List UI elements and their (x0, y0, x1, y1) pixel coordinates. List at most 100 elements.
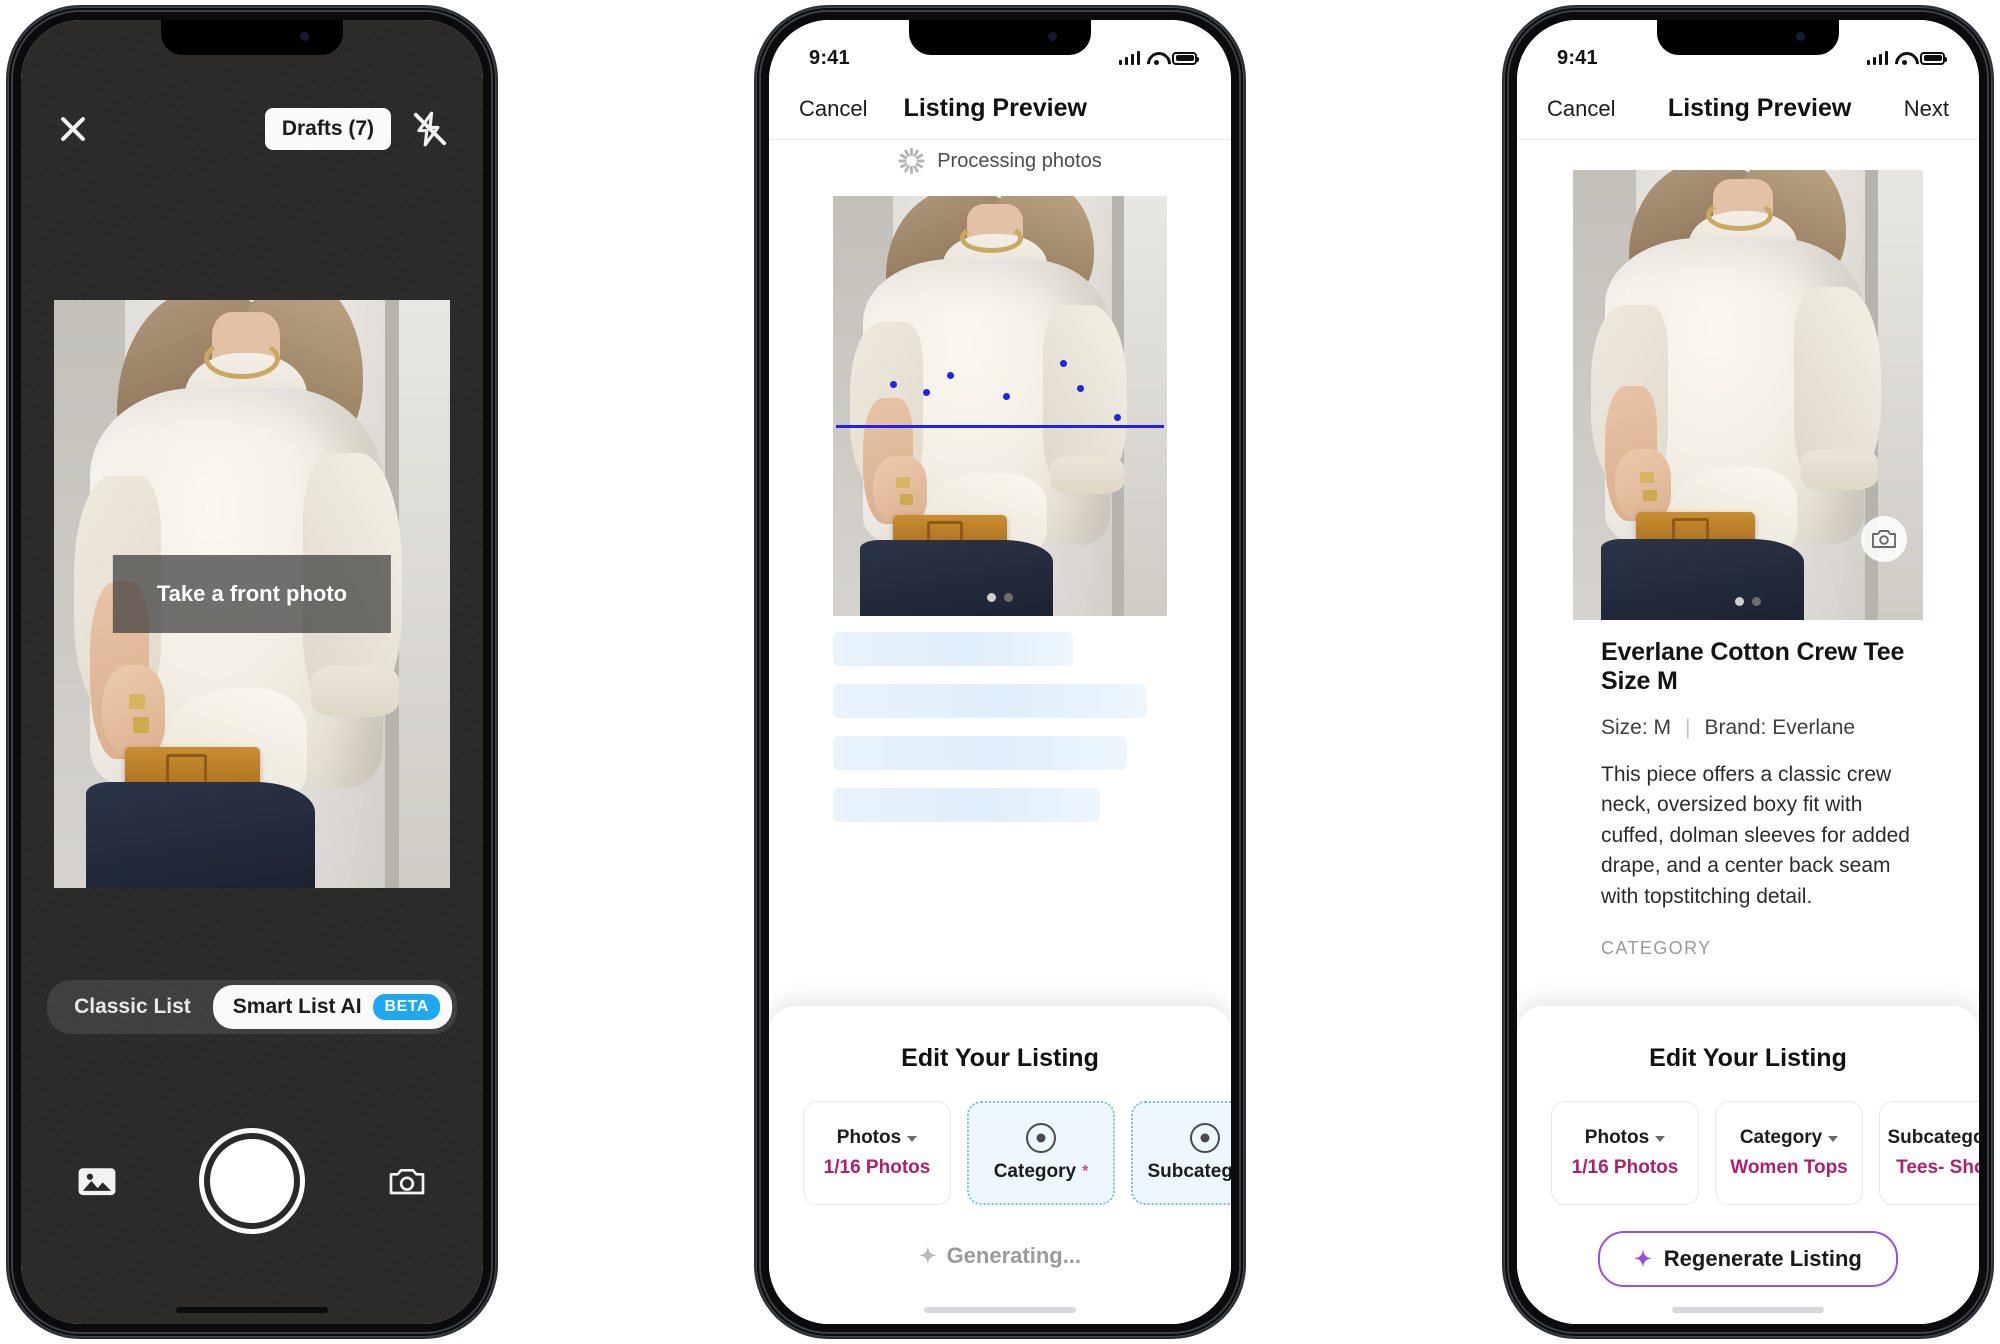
mode-option-classic[interactable]: Classic List (52, 986, 213, 1028)
notch (161, 20, 343, 55)
cellular-bars-icon (1866, 51, 1888, 65)
beta-badge: BETA (373, 994, 440, 1020)
chevron-down-icon (1655, 1136, 1666, 1143)
listing-title: Everlane Cotton Crew Tee Size M (1601, 638, 1905, 695)
meta-divider: | (1685, 716, 1691, 739)
cancel-button[interactable]: Cancel (1547, 96, 1615, 122)
chip-subcategory[interactable]: Subcategory Tees- Short.. (1879, 1101, 1979, 1205)
camera-controls (21, 1133, 483, 1229)
battery-icon (1920, 51, 1947, 65)
cancel-button[interactable]: Cancel (799, 96, 867, 122)
status-icons (1118, 51, 1199, 65)
wifi-icon (1895, 51, 1913, 65)
list-mode-toggle[interactable]: Classic List Smart List AI BETA (47, 980, 457, 1034)
drafts-button[interactable]: Drafts (7) (264, 108, 391, 150)
mode-option-smart-list-ai[interactable]: Smart List AI BETA (212, 985, 452, 1029)
status-icons (1866, 51, 1947, 65)
listing-meta: Size: M | Brand: Everlane (1601, 716, 1913, 740)
front-camera-dot (300, 32, 309, 41)
shutter-button[interactable] (204, 1133, 300, 1229)
front-camera-dot (1796, 32, 1805, 41)
nav-bar: Cancel Listing Preview Next (1517, 78, 1979, 140)
listing-photo-preview[interactable] (833, 196, 1167, 616)
chip-subcategory-value: Tees- Short.. (1896, 1156, 1979, 1178)
screen-processing: 9:41 Cancel Listing Preview Processing p… (769, 20, 1231, 1324)
processing-label: Processing photos (937, 149, 1102, 172)
sparkle-icon: ✦ (1634, 1247, 1652, 1271)
chip-subcategory-label-row: Subcategory (1887, 1127, 1979, 1149)
sheet-action-row: ✦ Generating... (769, 1231, 1231, 1281)
required-asterisk: * (1082, 1163, 1089, 1180)
photo-page-dots (1735, 597, 1761, 606)
next-button[interactable]: Next (1904, 96, 1949, 122)
front-camera-dot (1048, 32, 1057, 41)
chip-photos-label-row: Photos (837, 1127, 918, 1149)
generating-button: ✦ Generating... (889, 1231, 1111, 1281)
chip-category-label-row: Category * (994, 1161, 1089, 1183)
home-indicator (1672, 1307, 1824, 1313)
sheet-action-row: ✦ Regenerate Listing (1517, 1231, 1979, 1287)
loading-ring-icon (1190, 1123, 1220, 1153)
loading-ring-icon (1026, 1123, 1056, 1153)
listing-details: Everlane Cotton Crew Tee Size M Size: M … (1601, 638, 1913, 959)
processing-status: Processing photos (769, 148, 1231, 174)
generating-label: Generating... (946, 1243, 1082, 1268)
page-title: Listing Preview (1667, 94, 1852, 122)
listing-brand: Brand: Everlane (1704, 716, 1856, 739)
chip-subcategory-label: Subcategory (1887, 1126, 1979, 1148)
sheet-title: Edit Your Listing (1649, 1044, 1847, 1072)
chip-photos-value: 1/16 Photos (823, 1156, 931, 1178)
attribute-chip-row[interactable]: Photos 1/16 Photos Category Women Tops S… (1517, 1101, 1979, 1205)
content-skeleton (833, 632, 1167, 840)
phone-processing-screen: 9:41 Cancel Listing Preview Processing p… (756, 7, 1244, 1337)
chip-category-label: Category (993, 1161, 1077, 1182)
chip-subcategory-label-row: Subcategory (1147, 1161, 1231, 1183)
regenerate-label: Regenerate Listing (1663, 1246, 1862, 1271)
home-indicator (924, 1307, 1076, 1313)
attribute-chip-row[interactable]: Photos 1/16 Photos Category * Subcateg (769, 1101, 1231, 1205)
ai-detection-overlay (833, 196, 1167, 616)
chip-photos-label-row: Photos (1584, 1126, 1666, 1149)
camera-icon[interactable] (1861, 516, 1907, 562)
chip-subcategory[interactable]: Subcategory (1131, 1101, 1231, 1205)
loading-spinner-icon (898, 148, 925, 174)
sparkle-icon: ✦ (918, 1244, 937, 1268)
three-phone-mockup: Drafts (7) Take a front photo Classic Li… (0, 0, 2000, 1344)
camera-viewfinder[interactable]: Take a front photo (54, 300, 450, 888)
chip-photos-value: 1/16 Photos (1571, 1156, 1679, 1178)
chip-category[interactable]: Category * (967, 1101, 1115, 1205)
photo-page-dots (987, 593, 1013, 602)
flash-off-icon[interactable] (411, 110, 449, 148)
status-time: 9:41 (809, 46, 850, 69)
category-section-label: CATEGORY (1601, 938, 1712, 959)
close-x-icon[interactable] (55, 111, 91, 147)
photo-library-icon[interactable] (77, 1164, 117, 1198)
camera-topbar-right: Drafts (7) (264, 108, 449, 150)
nav-bar: Cancel Listing Preview (769, 78, 1231, 140)
phone-result-screen: 9:41 Cancel Listing Preview Next Everlan… (1504, 7, 1992, 1337)
page-title: Listing Preview (903, 94, 1087, 122)
notch (909, 20, 1091, 55)
listing-photo-preview[interactable] (1573, 170, 1923, 620)
chip-photos[interactable]: Photos 1/16 Photos (1551, 1101, 1699, 1205)
chevron-down-icon (907, 1136, 918, 1143)
chip-category-value: Women Tops (1730, 1156, 1848, 1178)
camera-topbar: Drafts (7) (21, 108, 483, 150)
listing-description: This piece offers a classic crew neck, o… (1601, 763, 1910, 908)
home-indicator (176, 1307, 328, 1313)
edit-listing-sheet: Edit Your Listing Photos 1/16 Photos Cat… (769, 1006, 1231, 1324)
status-time: 9:41 (1557, 46, 1598, 69)
chip-subcategory-label: Subcategory (1147, 1161, 1231, 1182)
cellular-bars-icon (1118, 51, 1140, 65)
phone-camera-screen: Drafts (7) Take a front photo Classic Li… (8, 7, 496, 1337)
chip-category-label: Category (1739, 1126, 1823, 1148)
flip-camera-icon[interactable] (387, 1164, 427, 1198)
chip-photos[interactable]: Photos 1/16 Photos (803, 1101, 951, 1205)
chip-category-label-row: Category (1739, 1126, 1839, 1149)
chip-photos-label: Photos (1584, 1126, 1650, 1148)
regenerate-listing-button[interactable]: ✦ Regenerate Listing (1598, 1231, 1898, 1287)
wifi-icon (1147, 51, 1165, 65)
chip-category[interactable]: Category Women Tops (1715, 1101, 1863, 1205)
viewfinder-hint: Take a front photo (112, 555, 392, 633)
chevron-down-icon (1828, 1136, 1839, 1143)
